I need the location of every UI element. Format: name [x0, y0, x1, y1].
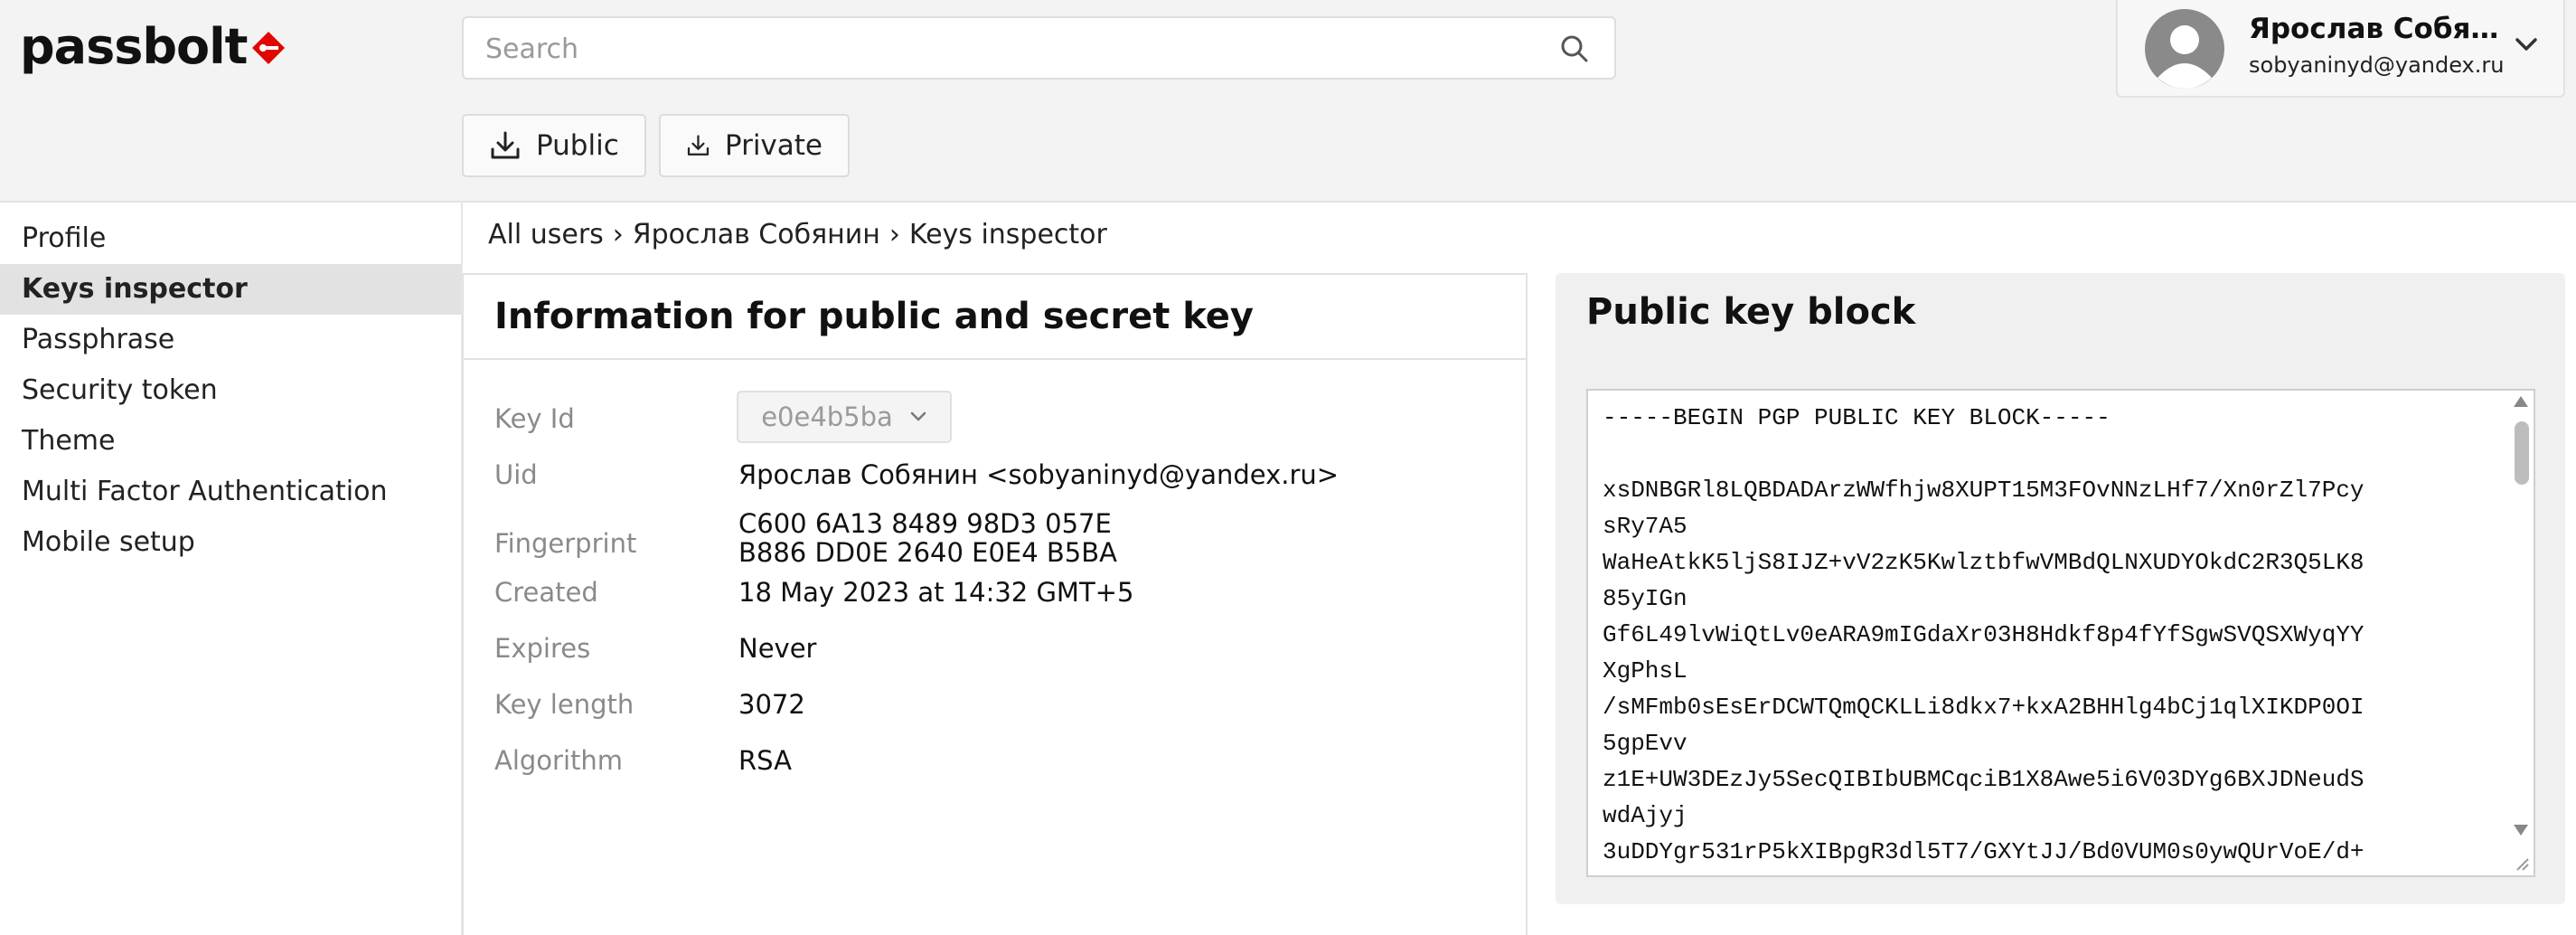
download-icon [687, 135, 710, 156]
avatar [2145, 9, 2224, 89]
scroll-up-arrow-icon[interactable] [2514, 396, 2528, 407]
public-key-textarea[interactable]: -----BEGIN PGP PUBLIC KEY BLOCK----- xsD… [1586, 389, 2535, 877]
passbolt-logo[interactable]: passbolt [20, 14, 287, 78]
sidebar-item-passphrase[interactable]: Passphrase [0, 315, 461, 365]
key-id-value: e0e4b5ba [761, 401, 893, 432]
resize-handle-icon[interactable] [2512, 854, 2530, 872]
search-icon[interactable] [1558, 33, 1591, 65]
algorithm-value: RSA [738, 745, 792, 776]
breadcrumb-separator: › [888, 219, 900, 250]
download-icon [491, 131, 520, 159]
search-input[interactable] [484, 18, 1536, 80]
key-id-label: Key Id [494, 403, 575, 434]
public-key-panel: Public key block -----BEGIN PGP PUBLIC K… [1556, 273, 2565, 904]
scrollbar[interactable] [2510, 391, 2534, 875]
sidebar-item-theme[interactable]: Theme [0, 416, 461, 467]
public-key-title: Public key block [1586, 291, 1916, 333]
expires-label: Expires [494, 633, 591, 664]
scrollbar-thumb[interactable] [2515, 421, 2529, 485]
breadcrumb-user[interactable]: Ярослав Собянин [633, 219, 880, 250]
fingerprint-line-2: B886 DD0E 2640 E0E4 B5BA [738, 537, 1117, 568]
sidebar-item-security-token[interactable]: Security token [0, 365, 461, 416]
key-length-label: Key length [494, 689, 635, 720]
logo-mark-icon [252, 32, 286, 64]
private-button-label: Private [724, 129, 823, 162]
breadcrumb-separator: › [612, 219, 624, 250]
chevron-down-icon [910, 411, 926, 421]
uid-value: Ярослав Собянин <sobyaninyd@yandex.ru> [738, 459, 1340, 490]
search-box[interactable] [462, 16, 1616, 80]
chevron-down-icon[interactable] [2515, 36, 2538, 52]
sidebar-item-profile[interactable]: Profile [0, 213, 461, 264]
sidebar: Profile Keys inspector Passphrase Securi… [0, 213, 461, 568]
scroll-down-arrow-icon[interactable] [2514, 825, 2528, 836]
created-label: Created [494, 577, 598, 608]
public-key-text[interactable]: -----BEGIN PGP PUBLIC KEY BLOCK----- xsD… [1603, 400, 2506, 870]
key-info-panel: Information for public and secret key Ke… [462, 273, 1528, 935]
logo-text: passbolt [20, 17, 248, 75]
public-button-label: Public [536, 129, 619, 162]
download-private-key-button[interactable]: Private [659, 114, 850, 177]
breadcrumb-all-users[interactable]: All users [488, 219, 604, 250]
breadcrumb: All users › Ярослав Собянин › Keys inspe… [488, 219, 1107, 250]
fingerprint-label: Fingerprint [494, 528, 637, 559]
sidebar-item-mfa[interactable]: Multi Factor Authentication [0, 467, 461, 517]
breadcrumb-keys-inspector[interactable]: Keys inspector [909, 219, 1107, 250]
user-profile-menu[interactable]: Ярослав Собян... sobyaninyd@yandex.ru [2116, 0, 2565, 98]
user-email: sobyaninyd@yandex.ru [2249, 52, 2505, 78]
sidebar-item-keys-inspector[interactable]: Keys inspector [0, 264, 461, 315]
user-name: Ярослав Собян... [2249, 13, 2511, 45]
sidebar-item-mobile-setup[interactable]: Mobile setup [0, 517, 461, 568]
expires-value: Never [738, 633, 817, 664]
key-id-select[interactable]: e0e4b5ba [737, 391, 952, 443]
download-public-key-button[interactable]: Public [462, 114, 646, 177]
key-info-title: Information for public and secret key [464, 275, 1526, 360]
created-value: 18 May 2023 at 14:32 GMT+5 [738, 577, 1134, 608]
uid-label: Uid [494, 459, 538, 490]
algorithm-label: Algorithm [494, 745, 624, 776]
fingerprint-line-1: C600 6A13 8489 98D3 057E [738, 508, 1112, 539]
key-length-value: 3072 [738, 689, 805, 720]
